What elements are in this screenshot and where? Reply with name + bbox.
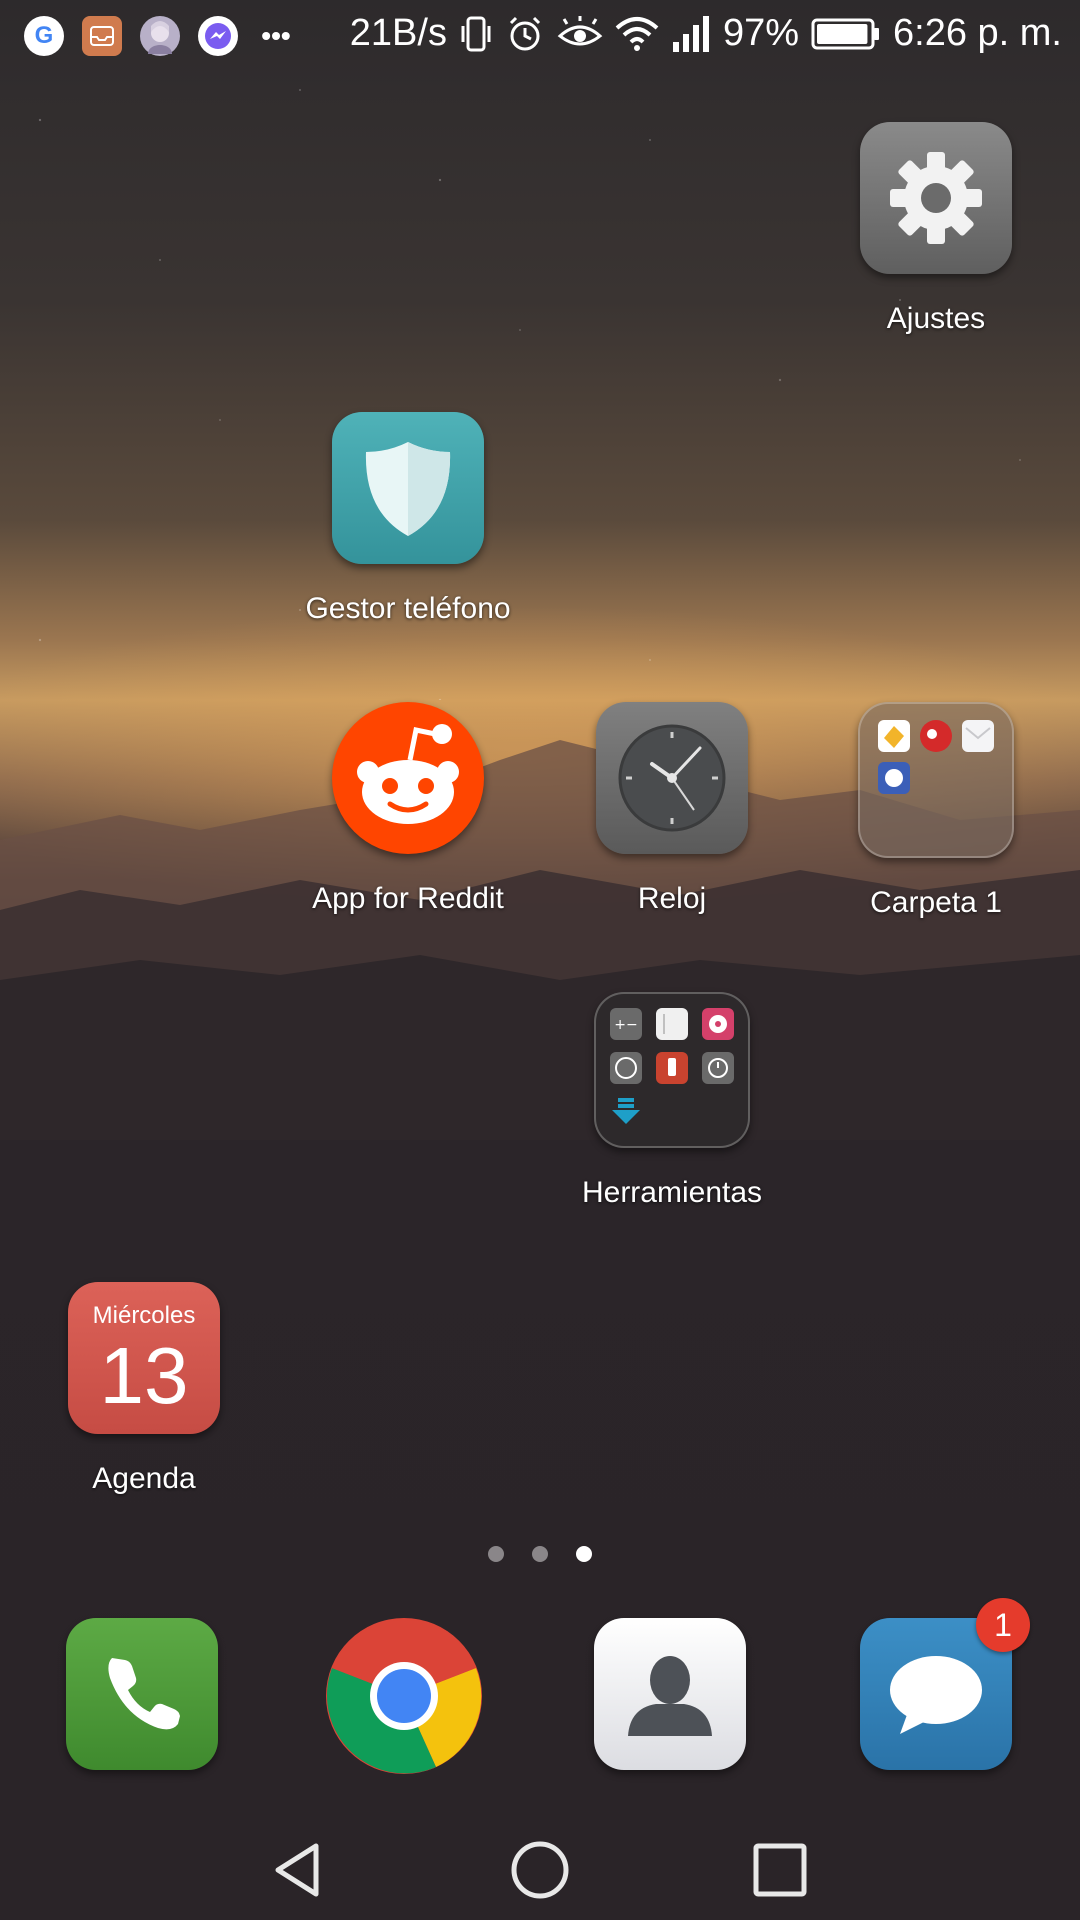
gear-icon — [890, 152, 982, 244]
eye-comfort-icon — [557, 15, 603, 45]
dock-contacts[interactable] — [594, 1618, 750, 1774]
reddit-icon — [357, 724, 459, 824]
settings-tile — [860, 122, 1012, 274]
clock-time: 6:26 p. m. — [893, 12, 1062, 54]
app-label: Gestor teléfono — [305, 592, 511, 625]
messenger-icon — [198, 16, 238, 56]
phone-tile — [66, 1618, 218, 1770]
app-label: Ajustes — [886, 302, 986, 335]
battery-icon — [811, 18, 880, 49]
wifi-icon — [615, 16, 659, 51]
phone-icon — [108, 1658, 180, 1730]
wallpaper-stars — [0, 0, 1080, 700]
calendar-icon: Miércoles 13 — [68, 1282, 220, 1434]
reddit-tile — [332, 702, 484, 854]
back-icon[interactable] — [268, 1838, 332, 1902]
contacts-tile — [594, 1618, 746, 1770]
battery-percent: 97% — [722, 12, 800, 54]
google-icon: G — [24, 16, 64, 56]
chrome-icon — [326, 1618, 482, 1774]
navigation-bar — [0, 1820, 1080, 1920]
app-label: Carpeta 1 — [870, 886, 1002, 919]
network-speed: 21B/s — [349, 12, 447, 54]
home-icon[interactable] — [508, 1838, 572, 1902]
folder-tile — [858, 702, 1014, 858]
app-agenda[interactable]: Miércoles 13 Agenda — [34, 1282, 254, 1496]
page-indicator — [0, 1546, 1080, 1562]
app-herramientas[interactable]: +− Herramientas — [562, 992, 782, 1210]
page-dot[interactable] — [532, 1546, 548, 1562]
dock-phone[interactable] — [66, 1618, 222, 1774]
avatar-icon — [140, 16, 180, 56]
app-label: Reloj — [637, 882, 707, 915]
folder-icon: +− — [610, 1008, 734, 1124]
page-dot[interactable] — [488, 1546, 504, 1562]
inbox-icon — [82, 16, 122, 56]
system-status: 21B/s 97% 6:26 p. m. — [350, 12, 1062, 55]
app-label: Agenda — [92, 1462, 196, 1495]
app-label: App for Reddit — [312, 882, 504, 915]
calendar-weekday: Miércoles — [92, 1302, 196, 1329]
dock-chrome[interactable] — [326, 1618, 482, 1774]
more-icon: ••• — [261, 20, 291, 51]
status-bar: G ••• 21B/s 97% 6:26 p. m. — [0, 0, 1080, 76]
shield-icon — [365, 442, 451, 536]
recents-icon[interactable] — [748, 1838, 812, 1902]
clock-icon — [618, 724, 726, 832]
app-reddit[interactable]: App for Reddit — [298, 702, 518, 916]
notification-icons: G ••• — [24, 16, 296, 56]
app-carpeta-1[interactable]: Carpeta 1 — [826, 702, 1046, 920]
app-label: Herramientas — [581, 1176, 763, 1209]
clock-tile — [596, 702, 748, 854]
page-dot-active[interactable] — [576, 1546, 592, 1562]
contacts-icon — [628, 1656, 712, 1736]
vibrate-icon — [461, 16, 491, 51]
alarm-icon — [509, 16, 541, 50]
folder-icon — [878, 720, 994, 794]
signal-icon — [672, 15, 709, 52]
app-reloj[interactable]: Reloj — [562, 702, 782, 916]
app-ajustes[interactable]: Ajustes — [826, 122, 1046, 336]
calendar-day: 13 — [99, 1331, 189, 1420]
svg-text:+−: +− — [614, 1017, 637, 1033]
notification-badge: 1 — [976, 1598, 1030, 1652]
app-gestor-telefono[interactable]: Gestor teléfono — [298, 412, 518, 626]
tools-folder-tile: +− — [594, 992, 750, 1148]
phone-manager-tile — [332, 412, 484, 564]
dock-messages[interactable]: 1 — [860, 1598, 1030, 1774]
